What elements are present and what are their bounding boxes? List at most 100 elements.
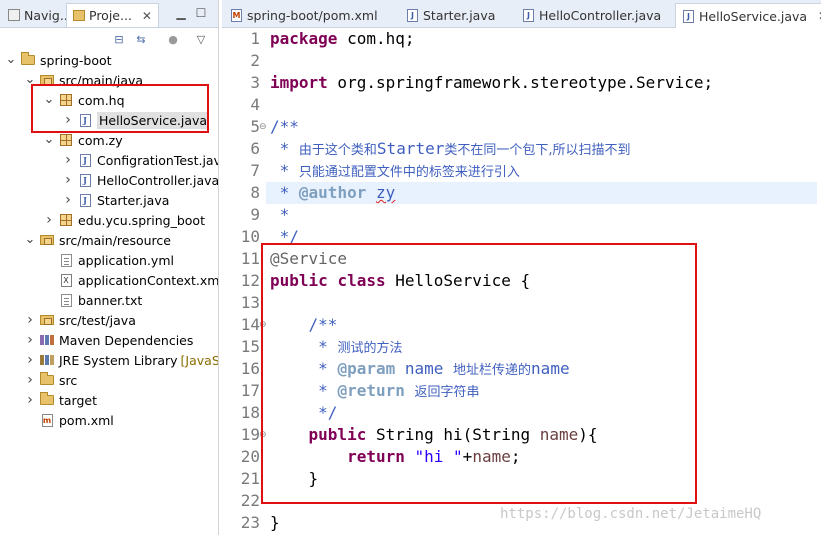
collapsed-arrow-icon[interactable]: ›	[61, 192, 75, 208]
link-with-editor-icon[interactable]: ⇆	[132, 30, 150, 48]
line-number: 14	[240, 315, 260, 334]
editor-tab[interactable]: J HelloController.java	[516, 3, 668, 28]
tree-item[interactable]: m pom.xml	[23, 410, 114, 430]
java-file-icon: J	[77, 193, 93, 207]
tree-item[interactable]: XapplicationContext.xml	[42, 270, 219, 290]
package-icon	[58, 213, 74, 227]
package-icon	[58, 133, 74, 147]
java-file-icon: J	[77, 173, 93, 187]
line-number: 17	[240, 381, 260, 400]
expanded-arrow-icon[interactable]: ⌄	[42, 133, 56, 146]
tree-item-label: pom.xml	[59, 412, 114, 428]
navigator-icon	[8, 9, 20, 21]
line-number: 20	[240, 447, 260, 466]
code-line-9: *	[270, 205, 290, 224]
collapsed-arrow-icon[interactable]: ›	[23, 392, 37, 408]
tree-item-label: edu.ycu.spring_boot	[78, 212, 205, 228]
line-number: 9	[250, 205, 260, 224]
left-tab-bar: Navig... Proje... ✕ ▁ ☐	[0, 0, 218, 28]
close-icon[interactable]: ✕	[142, 9, 152, 23]
collapsed-arrow-icon[interactable]: ›	[23, 312, 37, 328]
tree-item[interactable]: › Maven Dependencies	[23, 330, 193, 350]
file-icon	[58, 293, 74, 307]
view-menu-icon[interactable]: ▽	[192, 30, 210, 48]
line-number: 22	[240, 491, 260, 510]
line-number: 21	[240, 469, 260, 488]
collapsed-arrow-icon[interactable]: ›	[42, 212, 56, 228]
line-number: 4	[250, 95, 260, 114]
collapsed-arrow-icon[interactable]: ›	[61, 172, 75, 188]
line-number: 8	[250, 183, 260, 202]
tree-item-label: application.yml	[78, 252, 174, 268]
tree-item[interactable]: banner.txt	[42, 290, 142, 310]
java-file-icon: J	[407, 9, 418, 22]
tree-item-label: Maven Dependencies	[59, 332, 194, 348]
tree-item[interactable]: ⌄ spring-boot	[4, 50, 112, 70]
code-line-23: }	[270, 513, 280, 532]
java-file-icon: J	[683, 9, 694, 23]
line-number: 11	[240, 249, 260, 268]
line-number: 3	[250, 73, 260, 92]
code-line-8: * @author zy	[266, 182, 817, 204]
library-icon	[39, 353, 55, 367]
minimize-icon[interactable]: ▁	[172, 4, 190, 22]
line-number: 16	[240, 359, 260, 378]
collapsed-arrow-icon[interactable]: ›	[23, 372, 37, 388]
watermark: https://blog.csdn.net/JetaimeHQ	[500, 506, 762, 522]
source-folder-icon	[39, 313, 55, 327]
line-number: 18	[240, 403, 260, 422]
pom-file-icon: m	[41, 413, 53, 427]
maximize-icon[interactable]: ☐	[192, 4, 210, 22]
highlight-box-package	[31, 84, 209, 133]
tree-item[interactable]: › J Starter.java	[61, 190, 169, 210]
tree-item[interactable]: › J HelloController.java	[61, 170, 219, 190]
editor-tab-label: spring-boot/pom.xml	[247, 8, 378, 23]
tree-item-label: applicationContext.xml	[78, 272, 219, 288]
code-line-5: /**	[270, 117, 299, 136]
tree-item-label: src	[59, 372, 78, 388]
line-number: 6	[250, 139, 260, 158]
highlight-box-class	[261, 243, 697, 504]
source-folder-icon	[39, 233, 55, 247]
file-icon	[58, 253, 74, 267]
tree-item[interactable]: › target	[23, 390, 97, 410]
line-number: 13	[240, 293, 260, 312]
editor-tab-label: HelloService.java	[699, 8, 808, 24]
expanded-arrow-icon[interactable]: ⌄	[4, 53, 18, 66]
editor-tab[interactable]: JHelloService.java✕	[675, 3, 821, 28]
tree-item[interactable]: › JRE System Library[JavaSE	[23, 350, 218, 370]
tree-item-label: HelloController.java	[97, 172, 219, 188]
maven-file-icon: M	[231, 9, 242, 22]
code-line-7: * 只能通过配置文件中的标签来进行引入	[270, 161, 520, 180]
tree-item-label: src/main/resource	[59, 232, 171, 248]
tree-item[interactable]: application.yml	[42, 250, 174, 270]
editor-tab-label: Starter.java	[423, 8, 496, 23]
tree-item[interactable]: › edu.ycu.spring_boot	[42, 210, 205, 230]
project-folder-icon	[20, 52, 36, 67]
tab-project-explorer[interactable]: Proje... ✕	[66, 3, 159, 27]
tree-item[interactable]: › src/test/java	[23, 310, 136, 330]
tree-item[interactable]: › src	[23, 370, 77, 390]
package-explorer-panel: Navig... Proje... ✕ ▁ ☐ ⊟ ⇆ ● ▽ ⌄ spring-…	[0, 0, 219, 535]
tree-item[interactable]: ⌄ com.zy	[42, 130, 123, 150]
maven-library-icon	[39, 333, 55, 347]
code-line-6: * 由于这个类和Starter类不在同一个包下,所以扫描不到	[270, 139, 631, 158]
tree-item-label: target	[59, 392, 98, 408]
editor-tab[interactable]: Mspring-boot/pom.xml	[224, 3, 385, 28]
tree-item[interactable]: ⌄ src/main/resource	[23, 230, 171, 250]
line-number: 23	[240, 513, 260, 532]
editor-tab[interactable]: J Starter.java	[400, 3, 502, 28]
focus-icon[interactable]: ●	[164, 30, 182, 48]
java-file-icon: J	[77, 153, 93, 167]
collapsed-arrow-icon[interactable]: ›	[23, 332, 37, 348]
expanded-arrow-icon[interactable]: ⌄	[23, 233, 37, 246]
tree-item[interactable]: › J ConfigrationTest.java	[61, 150, 218, 170]
line-number: 1	[250, 29, 260, 48]
collapse-all-icon[interactable]: ⊟	[110, 30, 128, 48]
collapsed-arrow-icon[interactable]: ›	[23, 352, 37, 368]
line-number: 7	[250, 161, 260, 180]
tree-item-label: com.zy	[78, 132, 123, 148]
collapsed-arrow-icon[interactable]: ›	[61, 152, 75, 168]
line-number: 19	[240, 425, 260, 444]
code-line-3: import org.springframework.stereotype.Se…	[270, 73, 714, 92]
